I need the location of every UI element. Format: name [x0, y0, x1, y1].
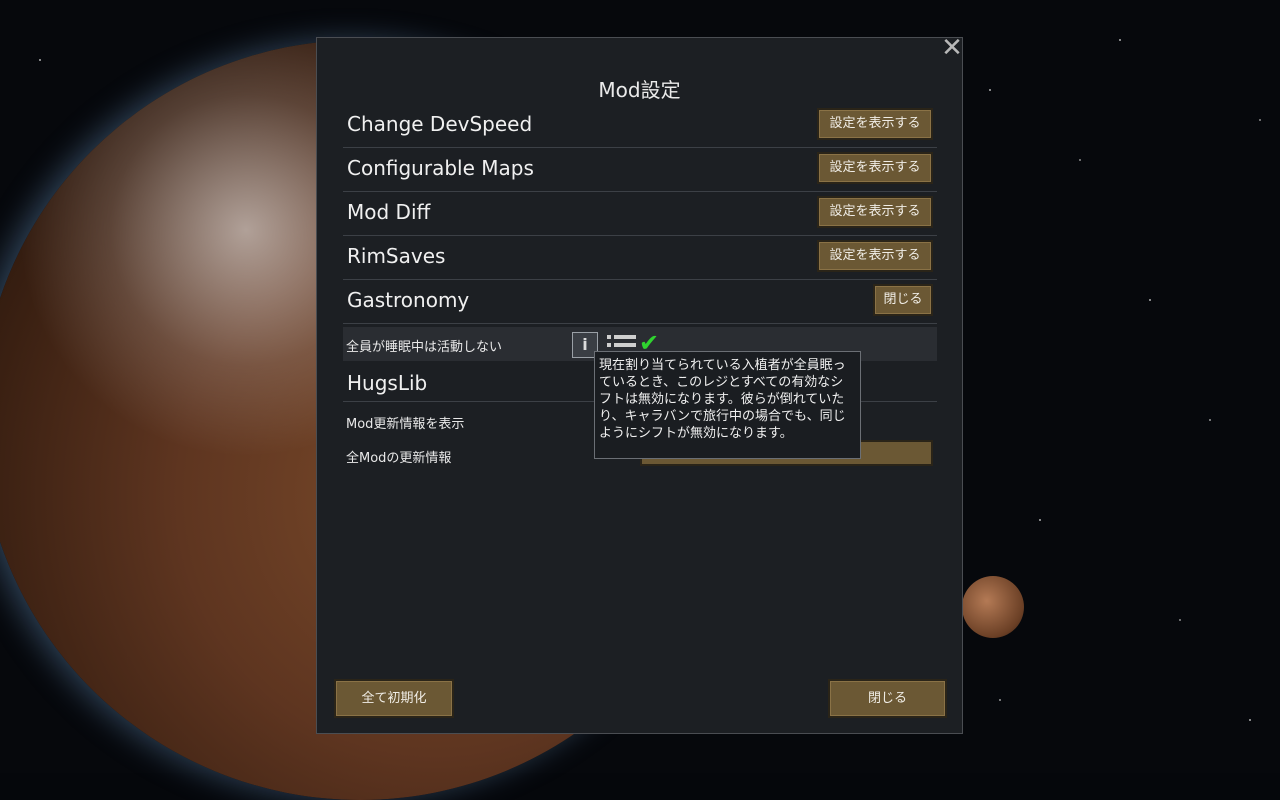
tooltip: 現在割り当てられている入植者が全員眠っているとき、このレジとすべての有効なシフト… — [594, 351, 861, 459]
mod-row-change-devspeed: Change DevSpeed 設定を表示する — [343, 104, 937, 148]
mod-name: HugsLib — [347, 371, 428, 395]
mod-name: RimSaves — [347, 244, 446, 268]
mod-row-gastronomy: Gastronomy 閉じる — [343, 280, 937, 324]
show-settings-button[interactable]: 設定を表示する — [817, 240, 933, 272]
close-icon[interactable]: ✕ — [940, 35, 964, 61]
close-settings-button[interactable]: 閉じる — [873, 284, 933, 316]
mod-row-configurable-maps: Configurable Maps 設定を表示する — [343, 148, 937, 192]
dialog-title: Mod設定 — [598, 78, 681, 102]
reset-all-button[interactable]: 全て初期化 — [334, 679, 454, 718]
mod-row-mod-diff: Mod Diff 設定を表示する — [343, 192, 937, 236]
show-settings-button[interactable]: 設定を表示する — [817, 152, 933, 184]
mod-row-rimsaves: RimSaves 設定を表示する — [343, 236, 937, 280]
close-button[interactable]: 閉じる — [828, 679, 947, 718]
mod-name: Mod Diff — [347, 200, 431, 224]
mod-name: Gastronomy — [347, 288, 470, 312]
setting-label: 全員が睡眠中は活動しない — [346, 340, 503, 355]
show-settings-button[interactable]: 設定を表示する — [817, 108, 933, 140]
mod-name: Configurable Maps — [347, 156, 534, 180]
show-update-info-label: Mod更新情報を表示 — [346, 417, 465, 432]
mod-name: Change DevSpeed — [347, 112, 533, 136]
show-settings-button[interactable]: 設定を表示する — [817, 196, 933, 228]
all-mod-updates-label: 全Modの更新情報 — [346, 451, 452, 466]
moon-image — [962, 576, 1024, 638]
